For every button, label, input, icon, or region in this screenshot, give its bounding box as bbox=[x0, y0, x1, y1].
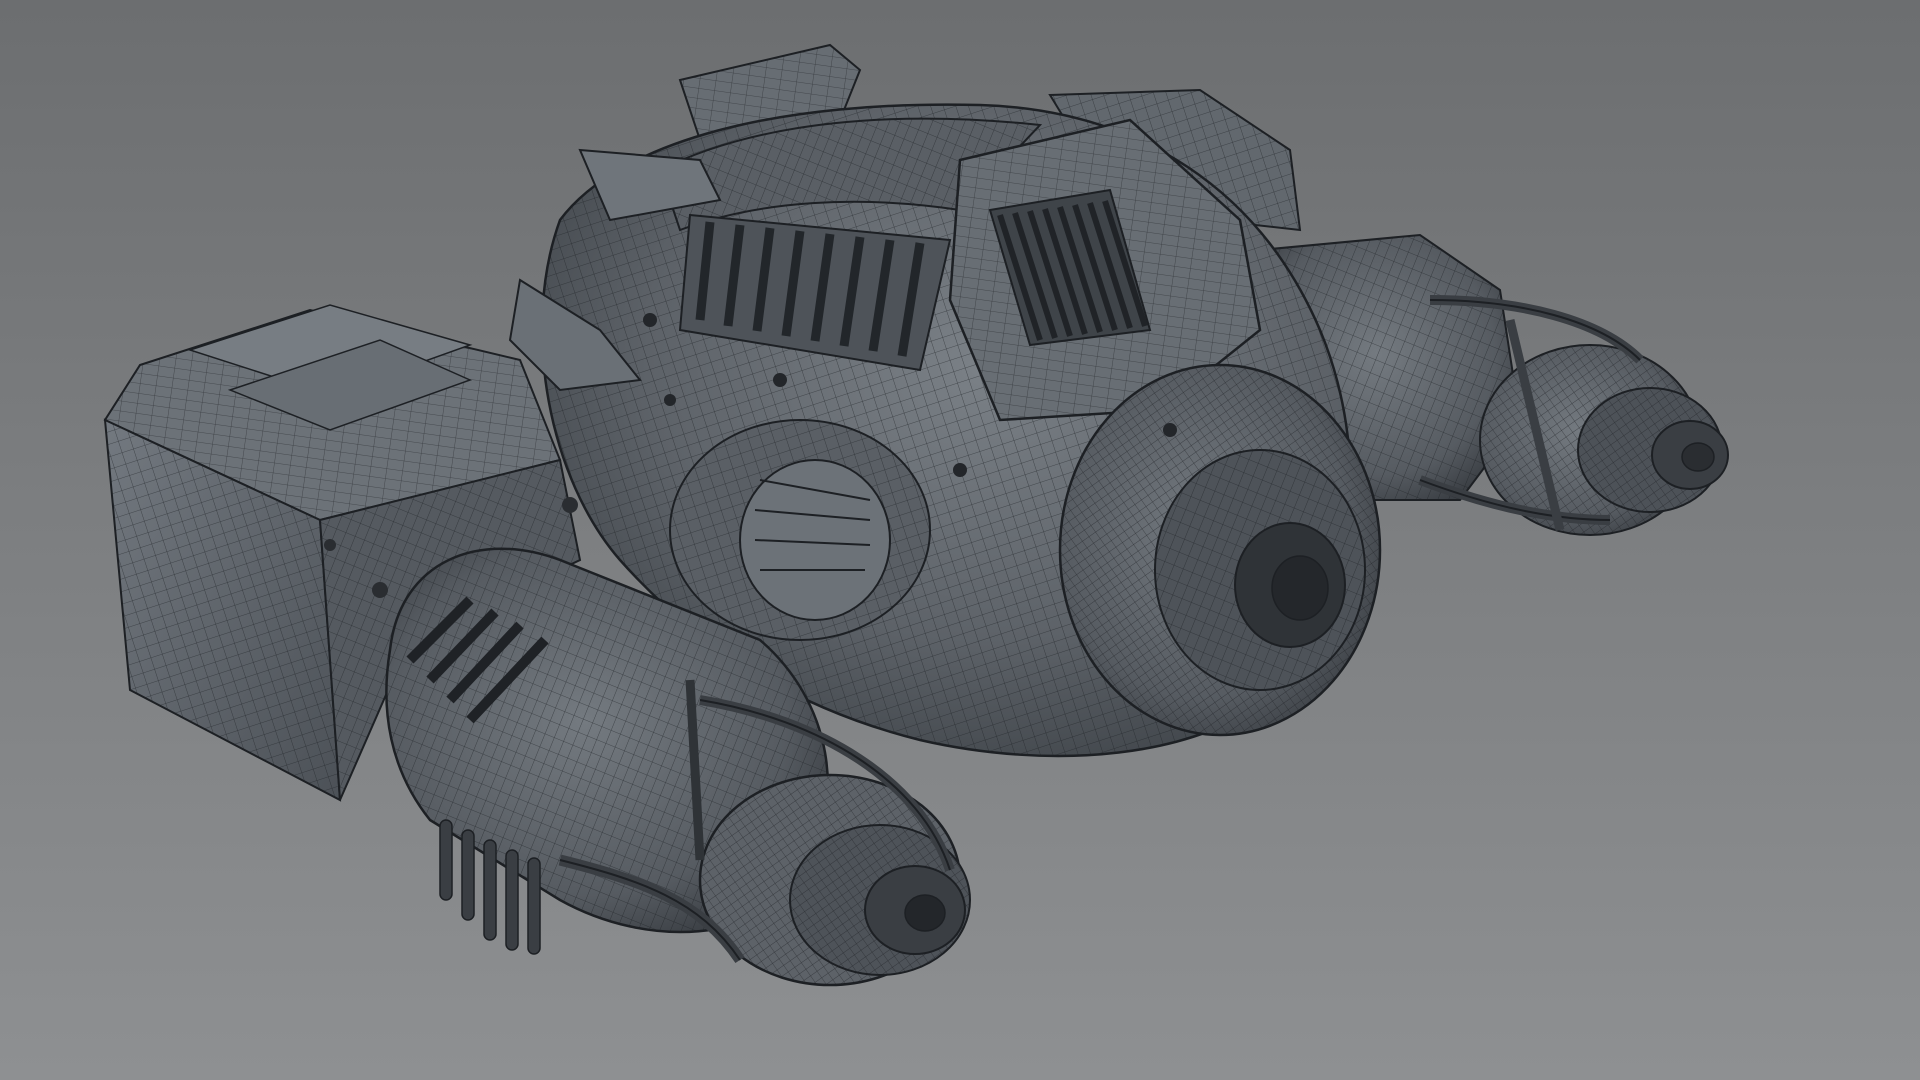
spaceship-wireframe-model[interactable] bbox=[0, 0, 1920, 1080]
3d-viewport[interactable] bbox=[0, 0, 1920, 1080]
hull-front-rotor bbox=[1058, 363, 1382, 737]
